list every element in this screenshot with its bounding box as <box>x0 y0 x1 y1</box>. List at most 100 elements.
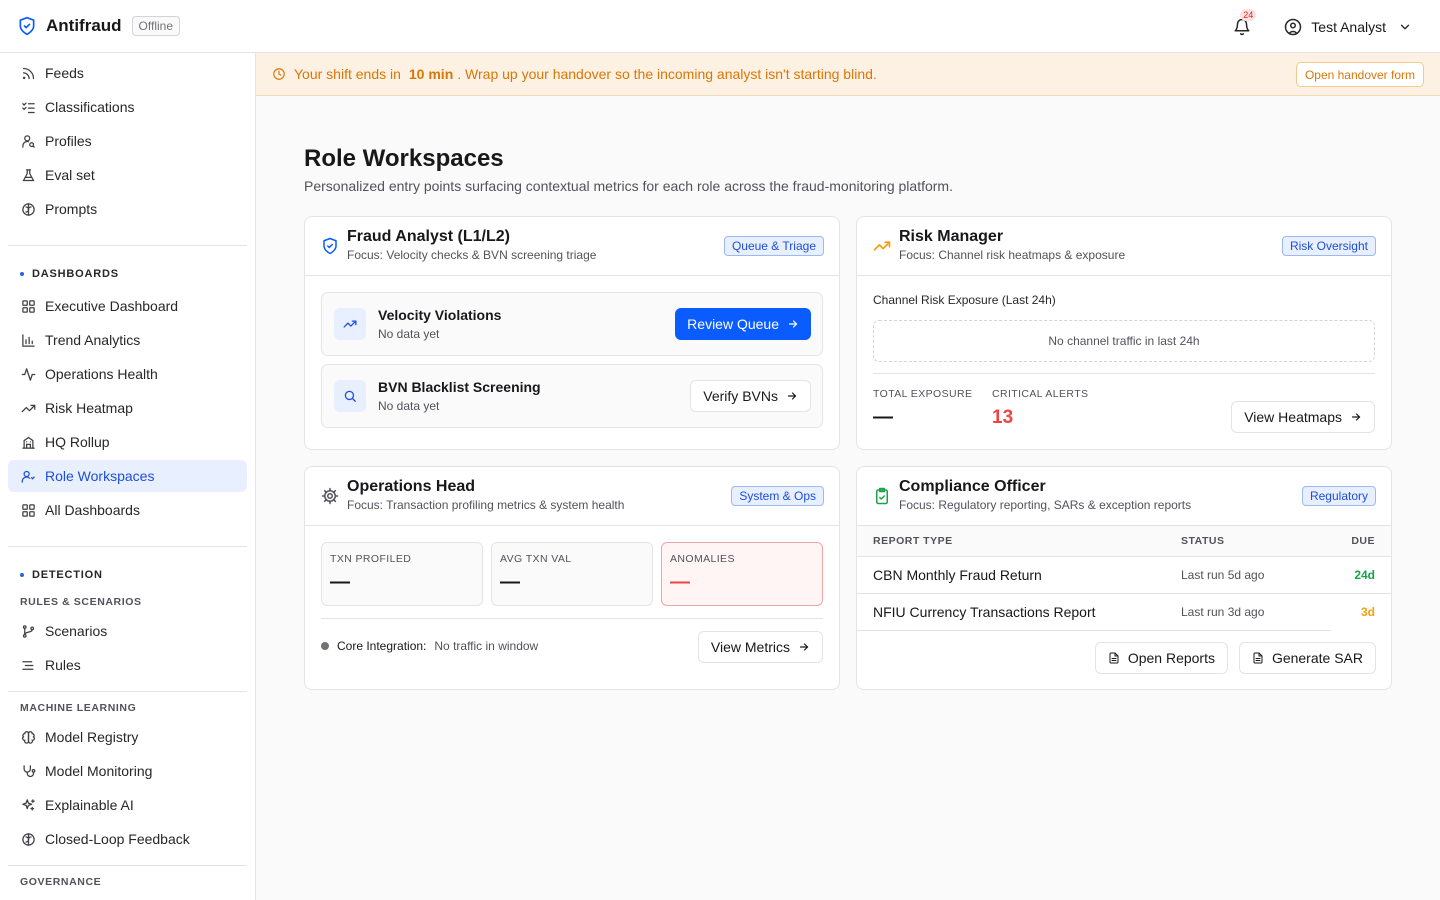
gear-icon <box>321 487 339 505</box>
column-header: DUE <box>1331 526 1391 557</box>
users-icon <box>20 468 36 484</box>
task-status: No data yet <box>378 327 440 341</box>
report-status: Last run 5d ago <box>1181 556 1331 594</box>
sidebar-item-label: Eval set <box>45 167 95 183</box>
stat-value: — <box>670 571 690 593</box>
subsection-governance: GOVERNANCE <box>20 876 102 888</box>
sidebar-item-eval-set[interactable]: Eval set <box>8 159 247 191</box>
main-content: Your shift ends in 10 min . Wrap up your… <box>256 53 1440 900</box>
sidebar-item-label: Model Registry <box>45 729 139 745</box>
trending-up-icon <box>873 237 891 255</box>
sidebar-item-label: Trend Analytics <box>45 332 141 348</box>
shield-check-icon <box>321 237 339 255</box>
page-subtitle: Personalized entry points surfacing cont… <box>304 178 953 194</box>
critical-alerts-value: 13 <box>992 407 1014 428</box>
column-header: STATUS <box>1181 526 1331 557</box>
status-badge: Offline <box>131 16 181 36</box>
section-detection: DETECTION <box>20 569 103 581</box>
layout-grid-icon <box>20 502 36 518</box>
sparkles-icon <box>20 797 36 813</box>
sidebar-item-label: Classifications <box>45 99 135 115</box>
button-label: Open Reports <box>1127 650 1215 666</box>
open-reports-button[interactable]: Open Reports <box>1094 642 1228 674</box>
button-label: Generate SAR <box>1271 650 1363 666</box>
clipboard-check-icon <box>873 487 891 505</box>
report-due: 3d <box>1360 604 1375 619</box>
sidebar-item-all-dashboards[interactable]: All Dashboards <box>8 494 247 526</box>
sidebar-divider <box>8 691 247 692</box>
sidebar-item-hq-rollup[interactable]: HQ Rollup <box>8 426 247 458</box>
sidebar-item-risk-heatmap[interactable]: Risk Heatmap <box>8 392 247 424</box>
generate-sar-button[interactable]: Generate SAR <box>1238 642 1376 674</box>
total-exposure-value: — <box>873 406 893 428</box>
button-label: View Metrics <box>710 639 790 655</box>
open-handover-form-button[interactable]: Open handover form <box>1295 62 1424 87</box>
stat-value: — <box>500 571 520 593</box>
user-menu[interactable]: Test Analyst <box>1284 18 1412 36</box>
card-header: Risk Manager Focus: Channel risk heatmap… <box>857 217 1391 276</box>
sidebar-item-model-registry[interactable]: Model Registry <box>8 721 247 753</box>
critical-alerts-label: CRITICAL ALERTS <box>992 388 1089 400</box>
sidebar-item-label: Rules <box>45 657 81 673</box>
sidebar-divider <box>8 865 247 866</box>
card-divider <box>321 618 823 619</box>
velocity-violations-task: Velocity Violations No data yet Review Q… <box>321 292 823 356</box>
arrow-right-icon <box>786 390 798 402</box>
sidebar-item-explainable-ai[interactable]: Explainable AI <box>8 789 247 821</box>
sidebar-item-closed-loop-feedback[interactable]: Closed-Loop Feedback <box>8 823 247 855</box>
sidebar-item-role-workspaces[interactable]: Role Workspaces <box>8 460 247 492</box>
avg-txn-val-stat: AVG TXN VAL — <box>491 542 653 606</box>
view-heatmaps-button[interactable]: View Heatmaps <box>1231 401 1375 433</box>
trending-up-icon <box>20 400 36 416</box>
section-label: DETECTION <box>32 569 103 581</box>
card-divider <box>873 373 1375 374</box>
stethoscope-icon <box>20 763 36 779</box>
sidebar-item-classifications[interactable]: Classifications <box>8 91 247 123</box>
sidebar-item-trend-analytics[interactable]: Trend Analytics <box>8 324 247 356</box>
sidebar-item-label: HQ Rollup <box>45 434 110 450</box>
sidebar: Feeds Classifications Profiles Eval set … <box>0 53 256 900</box>
brand[interactable]: Antifraud Offline <box>0 0 181 52</box>
core-integration-status: Core Integration: No traffic in window <box>321 639 538 653</box>
sidebar-item-prompts[interactable]: Prompts <box>8 193 247 225</box>
card-focus: Focus: Channel risk heatmaps & exposure <box>899 248 1126 262</box>
layout-grid-icon <box>20 298 36 314</box>
flask-icon <box>20 167 36 183</box>
sidebar-item-rules[interactable]: Rules <box>8 649 247 681</box>
table-row[interactable]: CBN Monthly Fraud Return Last run 5d ago… <box>857 556 1391 594</box>
verify-bvns-button[interactable]: Verify BVNs <box>690 380 811 412</box>
view-metrics-button[interactable]: View Metrics <box>697 631 823 663</box>
banner-time: 10 min <box>408 66 454 82</box>
button-label: View Heatmaps <box>1244 409 1342 425</box>
user-circle-icon <box>1284 18 1302 36</box>
sidebar-item-operations-health[interactable]: Operations Health <box>8 358 247 390</box>
sidebar-item-feeds[interactable]: Feeds <box>8 57 247 89</box>
card-focus: Focus: Transaction profiling metrics & s… <box>347 498 625 512</box>
table-header-row: REPORT TYPE STATUS DUE <box>857 526 1391 557</box>
sidebar-item-label: Risk Heatmap <box>45 400 133 416</box>
sidebar-item-executive-dashboard[interactable]: Executive Dashboard <box>8 290 247 322</box>
review-queue-button[interactable]: Review Queue <box>675 308 811 340</box>
card-header: Operations Head Focus: Transaction profi… <box>305 467 839 526</box>
report-type: NFIU Currency Transactions Report <box>857 593 1181 631</box>
notifications-button[interactable]: 24 <box>1230 8 1257 39</box>
sidebar-item-scenarios[interactable]: Scenarios <box>8 615 247 647</box>
sidebar-item-label: Explainable AI <box>45 797 134 813</box>
app-name: Antifraud <box>46 16 122 35</box>
column-header: REPORT TYPE <box>857 526 1181 557</box>
arrow-right-icon <box>1350 411 1362 423</box>
user-search-icon <box>20 133 36 149</box>
risk-manager-card: Risk Manager Focus: Channel risk heatmap… <box>856 216 1392 450</box>
fraud-analyst-card: Fraud Analyst (L1/L2) Focus: Velocity ch… <box>304 216 840 450</box>
banner-suffix: . Wrap up your handover so the incoming … <box>457 66 877 82</box>
section-label: DASHBOARDS <box>32 268 119 280</box>
sidebar-item-profiles[interactable]: Profiles <box>8 125 247 157</box>
card-header: Fraud Analyst (L1/L2) Focus: Velocity ch… <box>305 217 839 276</box>
role-tag: Risk Oversight <box>1281 236 1376 256</box>
sidebar-item-model-monitoring[interactable]: Model Monitoring <box>8 755 247 787</box>
table-row[interactable]: NFIU Currency Transactions Report Last r… <box>857 593 1391 631</box>
sidebar-divider <box>8 546 247 547</box>
report-status: Last run 3d ago <box>1181 593 1331 631</box>
report-type: CBN Monthly Fraud Return <box>857 556 1181 594</box>
sidebar-item-label: Operations Health <box>45 366 158 382</box>
